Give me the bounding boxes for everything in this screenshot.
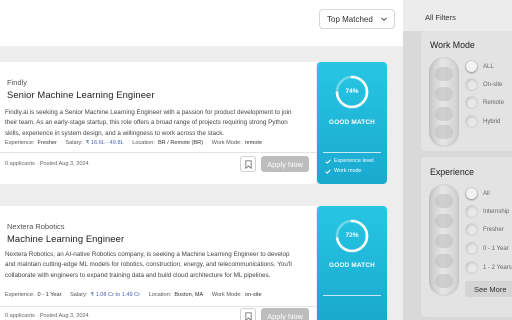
job-description: Findly.ai is seeking a Senior Machine Le…: [5, 109, 292, 137]
radio-button[interactable]: [466, 243, 477, 254]
job-list-panel: Top Matched Findly Senior Machine Learni…: [0, 0, 403, 320]
job-meta: Experience: Fresher Salary: ₹ 16.6L - 49.8…: [5, 140, 269, 146]
match-criterion: Work mode: [325, 168, 361, 174]
work-mode-label: Work Mode:: [211, 292, 242, 298]
work-mode-label: Work Mode:: [211, 140, 242, 146]
filters-title: All Filters: [425, 13, 456, 22]
job-card-findly[interactable]: Findly Senior Machine Learning Engineer …: [0, 62, 316, 184]
location-label: Location:: [148, 292, 172, 298]
posted-info: 0 applicants · Posted Aug 3, 2024: [5, 313, 89, 319]
salary-value: ₹ 16.6L - 49.8L: [85, 140, 124, 146]
bookmark-button[interactable]: [240, 156, 256, 172]
apply-now-button[interactable]: Apply Now: [261, 308, 309, 320]
list-toolbar: Top Matched: [0, 0, 403, 46]
work-mode-value: remote: [244, 140, 263, 146]
sort-selected-label: Top Matched: [327, 14, 373, 24]
match-divider: [323, 152, 381, 153]
work-mode-option-all[interactable]: ALL: [466, 61, 494, 72]
match-score-panel: 72% GOOD MATCH: [317, 206, 387, 320]
work-mode-value: on-site: [244, 292, 262, 298]
experience-label: Experience:: [5, 140, 35, 146]
chevron-down-icon: [381, 17, 387, 22]
experience-label: Experience:: [5, 292, 35, 298]
job-meta: Experience: 0 - 1 Year Salary: ₹ 1.08 Cr t…: [5, 292, 269, 298]
radio-button[interactable]: [466, 116, 477, 127]
match-divider: [323, 295, 381, 296]
location-value: BR / Remote (BR): [157, 140, 204, 146]
radio-button[interactable]: [466, 61, 477, 72]
location-value: Boston, MA: [174, 292, 204, 298]
job-description: Nextera Robotics, an AI-native Robotics …: [5, 251, 292, 279]
experience-value: Fresher: [37, 140, 57, 146]
job-card-nextera[interactable]: Nextera Robotics Machine Learning Engine…: [0, 206, 316, 320]
experience-option-internship[interactable]: Internship: [466, 206, 509, 217]
check-icon: [325, 158, 331, 164]
salary-label: Salary:: [70, 292, 88, 298]
company-name: Findly: [7, 78, 28, 87]
work-mode-title: Work Mode: [430, 40, 475, 50]
check-icon: [325, 168, 331, 174]
salary-label: Salary:: [65, 140, 83, 146]
work-mode-option-remote[interactable]: Remote: [466, 97, 504, 108]
match-percent: 72%: [345, 232, 359, 239]
apply-now-button[interactable]: Apply Now: [261, 156, 309, 172]
filters-header: All Filters: [403, 0, 512, 31]
bookmark-button[interactable]: [240, 308, 256, 320]
experience-option-0-1-year[interactable]: 0 - 1 Year: [466, 243, 509, 254]
radio-button[interactable]: [466, 97, 477, 108]
job-title[interactable]: Machine Learning Engineer: [7, 233, 124, 244]
experience-option-all[interactable]: All: [466, 188, 490, 199]
experience-option-1-2-years[interactable]: 1 - 2 Years: [466, 262, 512, 273]
work-mode-slider-track[interactable]: [429, 57, 459, 147]
radio-button[interactable]: [466, 206, 477, 217]
posted-info: 0 applicants · Posted Aug 3, 2024: [5, 161, 89, 167]
match-label: GOOD MATCH: [329, 262, 375, 269]
sort-dropdown[interactable]: Top Matched: [319, 9, 395, 29]
work-mode-option-hybrid[interactable]: Hybrid: [466, 116, 500, 127]
work-mode-filter: Work Mode ALL On-site Remote Hybrid: [421, 31, 512, 151]
card-divider: [0, 152, 316, 153]
see-more-button[interactable]: See More: [465, 281, 512, 297]
work-mode-option-on-site[interactable]: On-site: [466, 79, 502, 90]
match-criterion: Experience level: [325, 158, 374, 164]
experience-value: 0 - 1 Year: [37, 292, 62, 298]
salary-value: ₹ 1.08 Cr to 1.49 Cr: [90, 292, 141, 298]
experience-title: Experience: [430, 167, 475, 177]
radio-button[interactable]: [466, 224, 477, 235]
match-label: GOOD MATCH: [329, 119, 375, 126]
card-divider: [0, 306, 316, 307]
match-score-panel: 74% GOOD MATCH Experience level Work mod…: [317, 62, 387, 184]
experience-slider-track[interactable]: [429, 184, 459, 296]
filters-panel: All Filters Work Mode ALL On-site Remote…: [403, 0, 512, 320]
radio-button[interactable]: [466, 79, 477, 90]
match-percent: 74%: [345, 88, 359, 95]
bookmark-icon: [245, 312, 252, 320]
job-title[interactable]: Senior Machine Learning Engineer: [7, 89, 155, 100]
radio-button[interactable]: [466, 188, 477, 199]
experience-option-fresher[interactable]: Fresher: [466, 224, 504, 235]
location-label: Location:: [132, 140, 155, 146]
bookmark-icon: [245, 160, 252, 169]
radio-button[interactable]: [466, 262, 477, 273]
company-name: Nextera Robotics: [7, 222, 65, 231]
